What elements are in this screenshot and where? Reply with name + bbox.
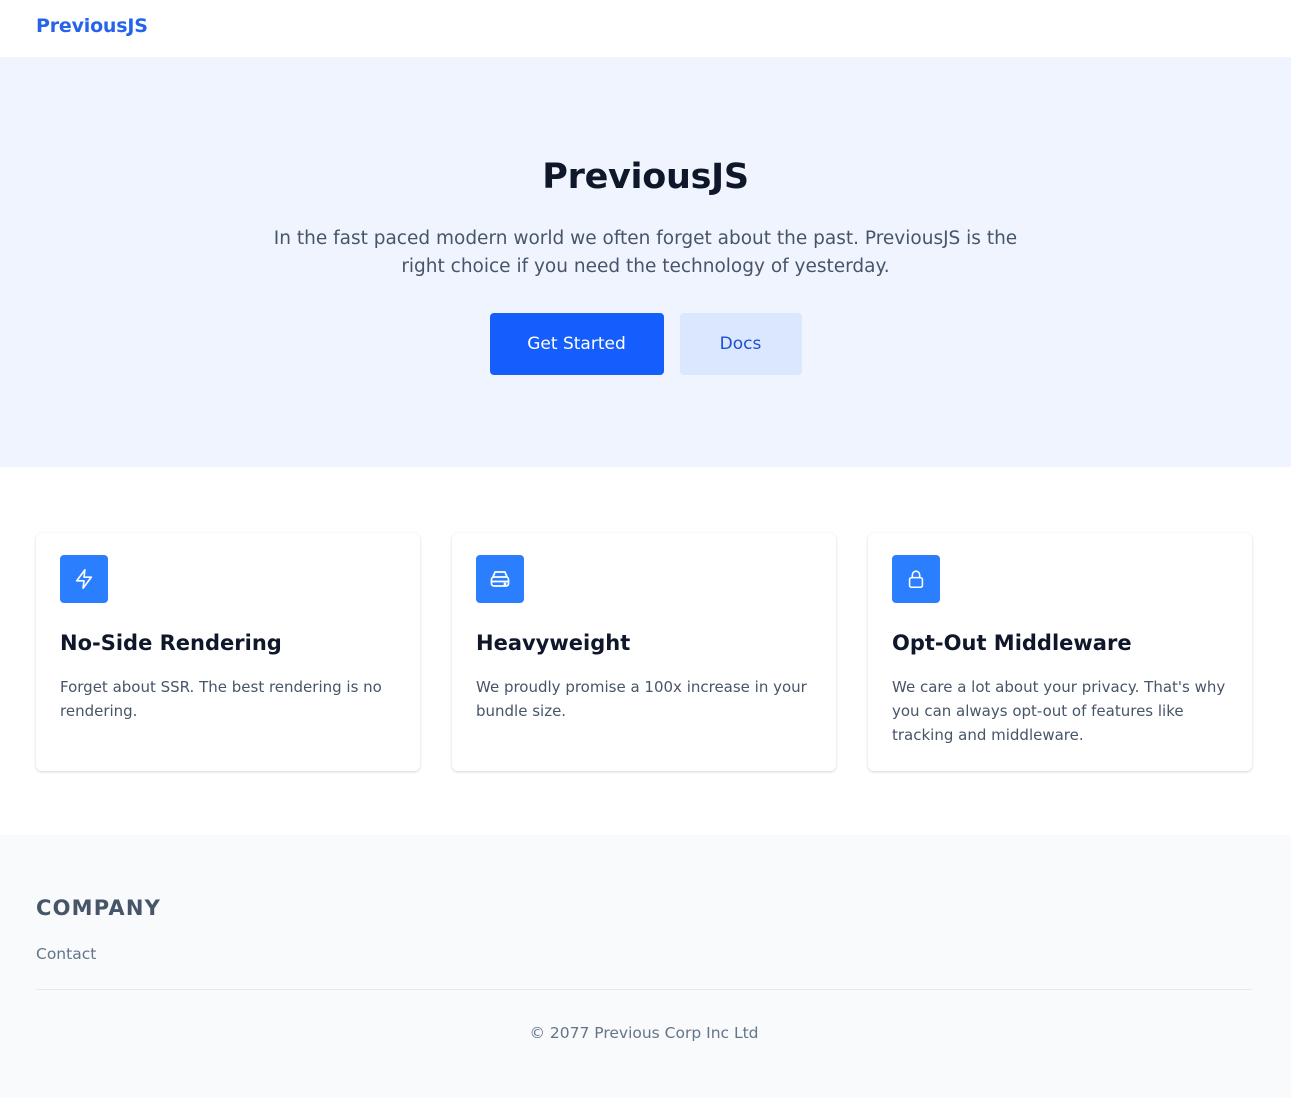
hero-title: PreviousJS bbox=[542, 157, 749, 197]
footer-link-contact[interactable]: Contact bbox=[36, 945, 96, 963]
feature-card-no-side-rendering: No-Side Rendering Forget about SSR. The … bbox=[36, 533, 420, 771]
get-started-button[interactable]: Get Started bbox=[489, 313, 664, 375]
hero-description: In the fast paced modern world we often … bbox=[273, 228, 1018, 277]
features-section: No-Side Rendering Forget about SSR. The … bbox=[0, 467, 1291, 835]
copyright-text: © 2077 Previous Corp Inc Ltd bbox=[529, 1024, 759, 1042]
lock-icon bbox=[892, 555, 940, 603]
feature-title: Heavyweight bbox=[476, 631, 631, 655]
footer-heading-company: COMPANY bbox=[36, 896, 162, 920]
top-navbar: PreviousJS bbox=[0, 0, 1291, 57]
footer-divider bbox=[36, 989, 1252, 990]
feature-card-opt-out-middleware: Opt-Out Middleware We care a lot about y… bbox=[868, 533, 1252, 771]
server-icon bbox=[476, 555, 524, 603]
feature-text: We care a lot about your privacy. That's… bbox=[892, 678, 1226, 744]
hero-section: PreviousJS In the fast paced modern worl… bbox=[0, 57, 1291, 467]
hero-actions: Get Started Docs bbox=[0, 313, 1291, 375]
lightning-icon bbox=[60, 555, 108, 603]
feature-title: Opt-Out Middleware bbox=[892, 631, 1132, 655]
docs-button[interactable]: Docs bbox=[679, 313, 802, 375]
feature-title: No-Side Rendering bbox=[60, 631, 282, 655]
feature-card-heavyweight: Heavyweight We proudly promise a 100x in… bbox=[452, 533, 836, 771]
feature-text: Forget about SSR. The best rendering is … bbox=[60, 678, 382, 720]
footer: COMPANY Contact © 2077 Previous Corp Inc… bbox=[0, 835, 1291, 1098]
brand-logo-link[interactable]: PreviousJS bbox=[36, 15, 148, 37]
feature-text: We proudly promise a 100x increase in yo… bbox=[476, 678, 807, 720]
